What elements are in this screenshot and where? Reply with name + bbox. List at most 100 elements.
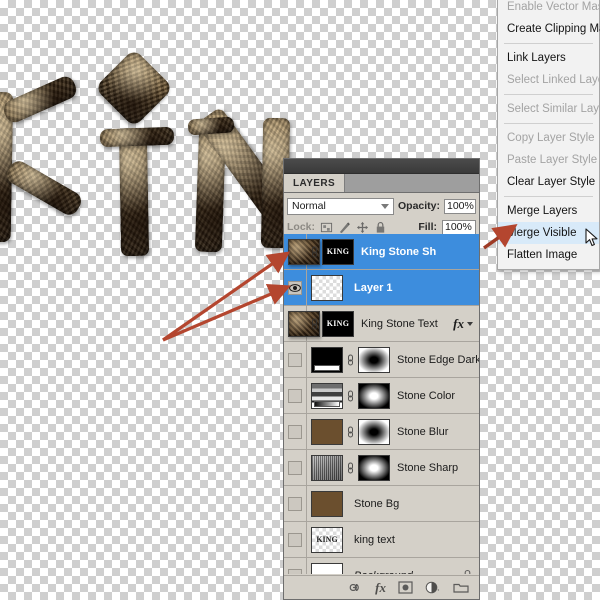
link-icon[interactable] bbox=[310, 317, 319, 331]
layer-name: Background bbox=[354, 570, 462, 575]
table-row[interactable]: Stone Color bbox=[284, 378, 479, 414]
fill-input[interactable]: 100% bbox=[442, 219, 476, 235]
layer-mask-thumbnail[interactable]: KING bbox=[322, 238, 354, 265]
blend-mode-row: Normal Opacity: 100% bbox=[284, 193, 479, 217]
menu-separator bbox=[504, 123, 593, 124]
opacity-label: Opacity: bbox=[397, 200, 440, 212]
layer-thumbnail[interactable]: KING bbox=[311, 526, 343, 553]
layer-name: Stone Bg bbox=[354, 497, 400, 510]
link-icon[interactable] bbox=[310, 245, 319, 259]
fill-label: Fill: bbox=[418, 221, 437, 233]
menu-item-label: Paste Layer Style bbox=[507, 154, 598, 166]
layer-thumbnail[interactable] bbox=[311, 346, 343, 373]
layer-name: Stone Blur bbox=[397, 425, 449, 438]
layer-name: king text bbox=[354, 533, 395, 546]
eye-icon-off[interactable] bbox=[288, 388, 302, 403]
visibility-cell[interactable] bbox=[284, 270, 307, 305]
layer-thumbnail[interactable] bbox=[311, 418, 343, 445]
menu-item-label: Merge Visible bbox=[507, 227, 577, 239]
layer-list[interactable]: KING King Stone Sh Layer 1 KING King Sto… bbox=[284, 234, 479, 574]
table-row[interactable]: Stone Edge Darken bbox=[284, 342, 479, 378]
table-row[interactable]: KING king text bbox=[284, 522, 479, 558]
panel-titlebar[interactable] bbox=[284, 159, 479, 174]
thumbnail-text: KING bbox=[316, 535, 338, 544]
menu-item-clear-layer-style[interactable]: Clear Layer Style bbox=[498, 171, 599, 193]
table-row[interactable]: KING King Stone Text fx bbox=[284, 306, 479, 342]
layer-name: King Stone Sh bbox=[361, 245, 437, 258]
layer-mask-thumbnail[interactable] bbox=[358, 418, 390, 445]
visibility-cell[interactable] bbox=[284, 342, 307, 377]
layer-thumbnail[interactable] bbox=[311, 454, 343, 481]
menu-item-paste-layer-style[interactable]: Paste Layer Style bbox=[498, 149, 599, 171]
layer-name: Stone Color bbox=[397, 389, 456, 402]
visibility-cell[interactable] bbox=[284, 378, 307, 413]
table-row[interactable]: Layer 1 bbox=[284, 270, 479, 306]
visibility-cell[interactable] bbox=[284, 414, 307, 449]
layer-name: King Stone Text bbox=[361, 317, 438, 330]
eye-icon-off[interactable] bbox=[288, 532, 302, 547]
link-icon[interactable] bbox=[346, 461, 355, 475]
add-layer-mask-icon[interactable] bbox=[398, 581, 413, 594]
menu-item-copy-layer-style[interactable]: Copy Layer Style bbox=[498, 127, 599, 149]
layers-panel[interactable]: LAYERS Normal Opacity: 100% Lock: Fill: … bbox=[283, 158, 480, 600]
panel-footer-toolbar[interactable]: fx bbox=[284, 575, 479, 599]
lock-icon bbox=[464, 569, 471, 574]
menu-item-link-layers[interactable]: Link Layers bbox=[498, 47, 599, 69]
lock-all-icon[interactable] bbox=[374, 221, 387, 234]
add-layer-style-icon[interactable]: fx bbox=[375, 580, 386, 596]
menu-item-merge-layers[interactable]: Merge Layers bbox=[498, 200, 599, 222]
new-adjustment-layer-icon[interactable] bbox=[425, 581, 441, 594]
blend-mode-select[interactable]: Normal bbox=[287, 197, 394, 215]
link-icon[interactable] bbox=[346, 425, 355, 439]
eye-icon-off[interactable] bbox=[288, 424, 302, 439]
menu-item-label: Flatten Image bbox=[507, 249, 578, 261]
link-layers-icon[interactable] bbox=[347, 581, 363, 594]
menu-item-flatten-image[interactable]: Flatten Image bbox=[498, 244, 599, 266]
table-row[interactable]: Stone Sharp bbox=[284, 450, 479, 486]
tab-layers[interactable]: LAYERS bbox=[284, 174, 346, 192]
layer-thumbnail[interactable] bbox=[311, 382, 343, 409]
menu-item-select-similar-layers[interactable]: Select Similar Layers bbox=[498, 98, 600, 120]
eye-icon-off[interactable] bbox=[288, 496, 302, 511]
menu-item-merge-visible[interactable]: Merge Visible bbox=[498, 222, 599, 244]
visibility-cell[interactable] bbox=[284, 450, 307, 485]
layer-thumbnail[interactable] bbox=[311, 490, 343, 517]
layer-thumbnail[interactable] bbox=[311, 562, 343, 574]
table-row[interactable]: Stone Bg bbox=[284, 486, 479, 522]
eye-icon[interactable] bbox=[288, 280, 302, 295]
menu-item-create-clipping-mask[interactable]: Create Clipping Mask bbox=[498, 18, 600, 40]
layer-mask-thumbnail[interactable] bbox=[358, 346, 390, 373]
menu-separator bbox=[504, 43, 593, 44]
link-icon[interactable] bbox=[346, 353, 355, 367]
lock-transparency-icon[interactable] bbox=[320, 221, 333, 234]
chevron-down-icon[interactable] bbox=[467, 321, 473, 326]
visibility-cell[interactable] bbox=[284, 486, 307, 521]
panel-tab-bar[interactable]: LAYERS bbox=[284, 174, 479, 193]
table-row[interactable]: Stone Blur bbox=[284, 414, 479, 450]
layer-mask-thumbnail[interactable] bbox=[358, 382, 390, 409]
visibility-cell[interactable] bbox=[284, 558, 307, 574]
layer-name: Stone Edge Darken bbox=[397, 353, 479, 366]
menu-item-enable-vector-mask[interactable]: Enable Vector Mask bbox=[498, 0, 600, 18]
table-row[interactable]: Background bbox=[284, 558, 479, 574]
eye-icon-off[interactable] bbox=[288, 460, 302, 475]
menu-item-label: Link Layers bbox=[507, 52, 566, 64]
mouse-cursor-icon bbox=[585, 228, 598, 247]
menu-item-label: Select Similar Layers bbox=[507, 103, 600, 115]
link-icon[interactable] bbox=[346, 389, 355, 403]
layer-style-fx-badge[interactable]: fx bbox=[453, 316, 475, 332]
menu-item-select-linked-layers[interactable]: Select Linked Layers bbox=[498, 69, 600, 91]
lock-position-icon[interactable] bbox=[356, 221, 369, 234]
lock-image-icon[interactable] bbox=[338, 221, 351, 234]
opacity-input[interactable]: 100% bbox=[444, 198, 476, 214]
eye-icon-off[interactable] bbox=[288, 568, 302, 574]
table-row[interactable]: KING King Stone Sh bbox=[284, 234, 479, 270]
layer-mask-thumbnail[interactable]: KING bbox=[322, 310, 354, 337]
eye-icon-off[interactable] bbox=[288, 352, 302, 367]
new-group-icon[interactable] bbox=[453, 581, 469, 594]
menu-separator bbox=[504, 196, 593, 197]
layer-thumbnail[interactable] bbox=[311, 274, 343, 301]
tab-bar-filler bbox=[345, 174, 479, 192]
visibility-cell[interactable] bbox=[284, 522, 307, 557]
layer-mask-thumbnail[interactable] bbox=[358, 454, 390, 481]
